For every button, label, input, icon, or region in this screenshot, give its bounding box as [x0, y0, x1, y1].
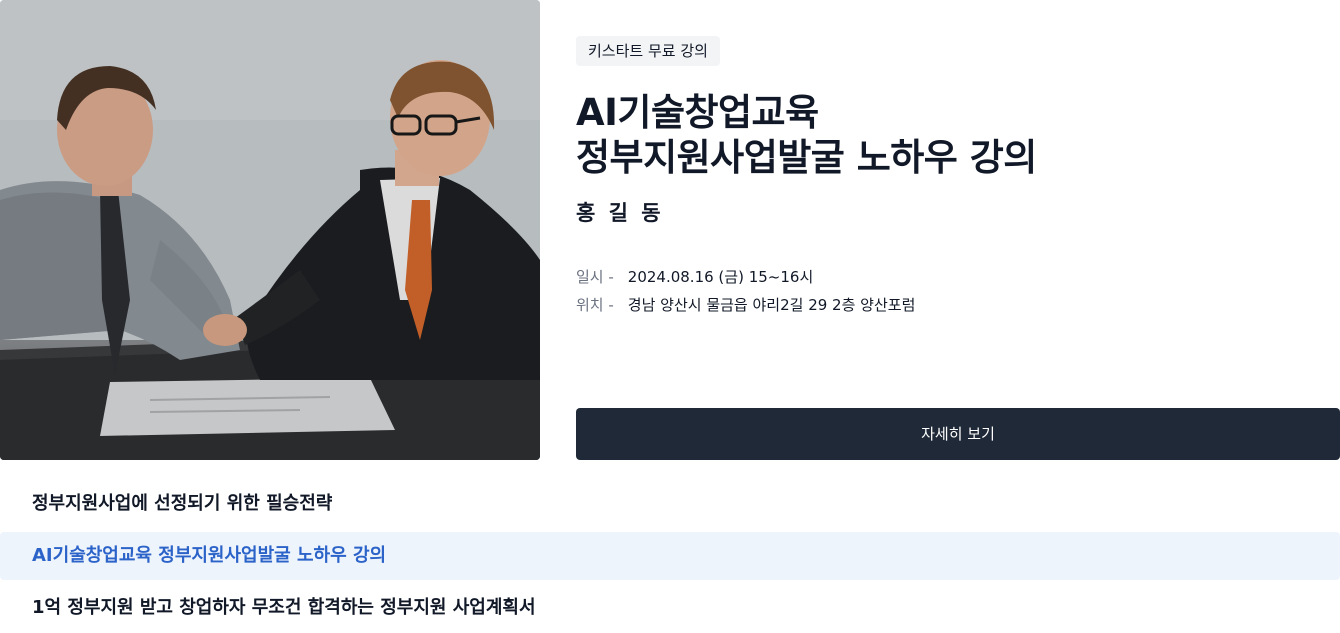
free-lecture-tag: 키스타트 무료 강의 [576, 36, 720, 66]
course-title-line2: 정부지원사업발굴 노하우 강의 [576, 136, 1037, 179]
view-details-button[interactable]: 자세히 보기 [576, 408, 1340, 460]
course-title: AI기술창업교육 정부지원사업발굴 노하우 강의 [576, 90, 1336, 180]
handshake-photo [0, 0, 540, 460]
lecture-list-item[interactable]: 1억 정부지원 받고 창업하자 무조건 합격하는 정부지원 사업계획서 [0, 584, 1340, 632]
lecture-list-item[interactable]: 정부지원사업에 선정되기 위한 필승전략 [0, 480, 1340, 528]
lecture-list: 정부지원사업에 선정되기 위한 필승전략 AI기술창업교육 정부지원사업발굴 노… [0, 480, 1340, 633]
date-label: 일시 - [576, 268, 614, 286]
course-place-row: 위치 - 경남 양산시 물금읍 야리2길 29 2층 양산포럼 [576, 294, 915, 316]
date-value: 2024.08.16 (금) 15~16시 [627, 268, 814, 286]
place-value: 경남 양산시 물금읍 야리2길 29 2층 양산포럼 [627, 296, 916, 314]
lecture-list-item-active[interactable]: AI기술창업교육 정부지원사업발굴 노하우 강의 [0, 532, 1340, 580]
course-date-row: 일시 - 2024.08.16 (금) 15~16시 [576, 266, 813, 288]
course-hero-image [0, 0, 540, 460]
place-label: 위치 - [576, 296, 614, 314]
course-info-panel: 키스타트 무료 강의 AI기술창업교육 정부지원사업발굴 노하우 강의 홍 길 … [576, 0, 1340, 460]
course-title-line1: AI기술창업교육 [576, 91, 819, 134]
instructor-name: 홍 길 동 [576, 201, 664, 225]
